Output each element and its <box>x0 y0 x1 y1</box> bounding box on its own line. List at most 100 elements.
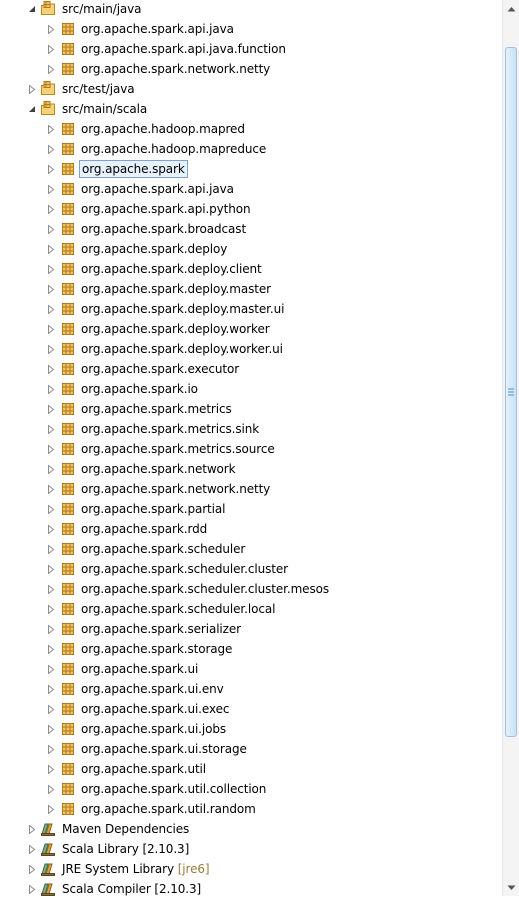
tree-item-org-apache-spark-rdd[interactable]: org.apache.spark.rdd <box>0 519 500 539</box>
tree-item-org-apache-spark-ui-jobs[interactable]: org.apache.spark.ui.jobs <box>0 719 500 739</box>
tree-item-org-apache-spark-ui-exec[interactable]: org.apache.spark.ui.exec <box>0 699 500 719</box>
collapsed-arrow-icon[interactable] <box>46 224 56 234</box>
tree-item-text: org.apache.spark.deploy <box>81 242 228 256</box>
tree-item-org-apache-hadoop-mapred[interactable]: org.apache.hadoop.mapred <box>0 119 500 139</box>
tree-item-scala-compiler-2-10-3[interactable]: Scala Compiler [2.10.3] <box>0 879 500 899</box>
collapsed-arrow-icon[interactable] <box>46 564 56 574</box>
tree-item-label: org.apache.spark.deploy.worker <box>79 321 272 337</box>
tree-item-org-apache-spark-ui-storage[interactable]: org.apache.spark.ui.storage <box>0 739 500 759</box>
collapsed-arrow-icon[interactable] <box>46 604 56 614</box>
scroll-up-arrow-icon[interactable] <box>503 0 519 17</box>
collapsed-arrow-icon[interactable] <box>46 284 56 294</box>
tree-item-org-apache-spark-deploy-client[interactable]: org.apache.spark.deploy.client <box>0 259 500 279</box>
tree-item-org-apache-spark-partial[interactable]: org.apache.spark.partial <box>0 499 500 519</box>
collapsed-arrow-icon[interactable] <box>46 384 56 394</box>
collapsed-arrow-icon[interactable] <box>27 884 37 894</box>
tree-item-org-apache-spark-network[interactable]: org.apache.spark.network <box>0 459 500 479</box>
collapsed-arrow-icon[interactable] <box>27 84 37 94</box>
tree-item-text: org.apache.spark.deploy.master <box>81 282 271 296</box>
tree-item-org-apache-spark-scheduler-cluster-mesos[interactable]: org.apache.spark.scheduler.cluster.mesos <box>0 579 500 599</box>
tree-item-text: org.apache.spark <box>82 162 185 176</box>
tree-item-org-apache-spark-util[interactable]: org.apache.spark.util <box>0 759 500 779</box>
collapsed-arrow-icon[interactable] <box>46 404 56 414</box>
tree-item-org-apache-spark-util-collection[interactable]: org.apache.spark.util.collection <box>0 779 500 799</box>
collapsed-arrow-icon[interactable] <box>46 204 56 214</box>
collapsed-arrow-icon[interactable] <box>46 424 56 434</box>
tree-item-org-apache-spark-metrics-sink[interactable]: org.apache.spark.metrics.sink <box>0 419 500 439</box>
tree-item-org-apache-spark-api-java[interactable]: org.apache.spark.api.java <box>0 179 500 199</box>
tree-item-org-apache-spark-ui[interactable]: org.apache.spark.ui <box>0 659 500 679</box>
collapsed-arrow-icon[interactable] <box>46 364 56 374</box>
collapsed-arrow-icon[interactable] <box>46 24 56 34</box>
tree-item-src-test-java[interactable]: src/test/java <box>0 79 500 99</box>
collapsed-arrow-icon[interactable] <box>27 824 37 834</box>
tree-item-org-apache-spark-storage[interactable]: org.apache.spark.storage <box>0 639 500 659</box>
tree-item-org-apache-spark-scheduler-local[interactable]: org.apache.spark.scheduler.local <box>0 599 500 619</box>
tree-item-text: org.apache.spark.scheduler.cluster <box>81 562 288 576</box>
tree-item-src-main-scala[interactable]: src/main/scala <box>0 99 500 119</box>
collapsed-arrow-icon[interactable] <box>46 64 56 74</box>
tree-item-org-apache-spark-network-netty[interactable]: org.apache.spark.network.netty <box>0 479 500 499</box>
tree-item-org-apache-spark-api-java-function[interactable]: org.apache.spark.api.java.function <box>0 39 500 59</box>
package-icon <box>60 321 76 337</box>
tree-item-org-apache-spark-deploy-worker-ui[interactable]: org.apache.spark.deploy.worker.ui <box>0 339 500 359</box>
collapsed-arrow-icon[interactable] <box>46 144 56 154</box>
collapsed-arrow-icon[interactable] <box>46 164 56 174</box>
collapsed-arrow-icon[interactable] <box>46 184 56 194</box>
collapsed-arrow-icon[interactable] <box>46 464 56 474</box>
collapsed-arrow-icon[interactable] <box>46 304 56 314</box>
collapsed-arrow-icon[interactable] <box>46 324 56 334</box>
tree-item-org-apache-spark-deploy-master[interactable]: org.apache.spark.deploy.master <box>0 279 500 299</box>
tree-item-src-main-java[interactable]: src/main/java <box>0 0 500 19</box>
vertical-scrollbar[interactable] <box>502 0 519 896</box>
collapsed-arrow-icon[interactable] <box>46 744 56 754</box>
tree-item-org-apache-spark-network-netty[interactable]: org.apache.spark.network.netty <box>0 59 500 79</box>
tree-item-org-apache-spark-deploy-worker[interactable]: org.apache.spark.deploy.worker <box>0 319 500 339</box>
collapsed-arrow-icon[interactable] <box>46 624 56 634</box>
scrollbar-thumb[interactable] <box>505 47 517 737</box>
tree-item-org-apache-spark-api-python[interactable]: org.apache.spark.api.python <box>0 199 500 219</box>
collapsed-arrow-icon[interactable] <box>46 264 56 274</box>
collapsed-arrow-icon[interactable] <box>46 684 56 694</box>
collapsed-arrow-icon[interactable] <box>46 804 56 814</box>
collapsed-arrow-icon[interactable] <box>46 704 56 714</box>
tree-item-org-apache-spark[interactable]: org.apache.spark <box>0 159 500 179</box>
collapsed-arrow-icon[interactable] <box>46 644 56 654</box>
tree-item-scala-library-2-10-3[interactable]: Scala Library [2.10.3] <box>0 839 500 859</box>
tree-item-org-apache-spark-api-java[interactable]: org.apache.spark.api.java <box>0 19 500 39</box>
tree-item-org-apache-spark-serializer[interactable]: org.apache.spark.serializer <box>0 619 500 639</box>
collapsed-arrow-icon[interactable] <box>46 664 56 674</box>
expanded-arrow-icon[interactable] <box>27 104 37 114</box>
collapsed-arrow-icon[interactable] <box>46 524 56 534</box>
tree-item-org-apache-spark-scheduler-cluster[interactable]: org.apache.spark.scheduler.cluster <box>0 559 500 579</box>
collapsed-arrow-icon[interactable] <box>27 844 37 854</box>
collapsed-arrow-icon[interactable] <box>46 544 56 554</box>
tree-item-org-apache-spark-broadcast[interactable]: org.apache.spark.broadcast <box>0 219 500 239</box>
tree-item-org-apache-spark-ui-env[interactable]: org.apache.spark.ui.env <box>0 679 500 699</box>
collapsed-arrow-icon[interactable] <box>46 124 56 134</box>
tree-item-org-apache-spark-deploy-master-ui[interactable]: org.apache.spark.deploy.master.ui <box>0 299 500 319</box>
collapsed-arrow-icon[interactable] <box>46 764 56 774</box>
collapsed-arrow-icon[interactable] <box>46 244 56 254</box>
collapsed-arrow-icon[interactable] <box>46 344 56 354</box>
collapsed-arrow-icon[interactable] <box>46 584 56 594</box>
tree-item-org-apache-spark-scheduler[interactable]: org.apache.spark.scheduler <box>0 539 500 559</box>
collapsed-arrow-icon[interactable] <box>46 484 56 494</box>
tree-item-org-apache-hadoop-mapreduce[interactable]: org.apache.hadoop.mapreduce <box>0 139 500 159</box>
tree-item-jre-system-library[interactable]: JRE System Library [jre6] <box>0 859 500 879</box>
tree-item-maven-dependencies[interactable]: Maven Dependencies <box>0 819 500 839</box>
tree-item-org-apache-spark-metrics-source[interactable]: org.apache.spark.metrics.source <box>0 439 500 459</box>
tree-item-org-apache-spark-executor[interactable]: org.apache.spark.executor <box>0 359 500 379</box>
collapsed-arrow-icon[interactable] <box>27 864 37 874</box>
collapsed-arrow-icon[interactable] <box>46 444 56 454</box>
expanded-arrow-icon[interactable] <box>27 4 37 14</box>
collapsed-arrow-icon[interactable] <box>46 44 56 54</box>
collapsed-arrow-icon[interactable] <box>46 504 56 514</box>
tree-item-org-apache-spark-io[interactable]: org.apache.spark.io <box>0 379 500 399</box>
collapsed-arrow-icon[interactable] <box>46 724 56 734</box>
tree-item-org-apache-spark-metrics[interactable]: org.apache.spark.metrics <box>0 399 500 419</box>
tree-item-org-apache-spark-deploy[interactable]: org.apache.spark.deploy <box>0 239 500 259</box>
scroll-down-arrow-icon[interactable] <box>503 879 519 896</box>
collapsed-arrow-icon[interactable] <box>46 784 56 794</box>
tree-item-org-apache-spark-util-random[interactable]: org.apache.spark.util.random <box>0 799 500 819</box>
